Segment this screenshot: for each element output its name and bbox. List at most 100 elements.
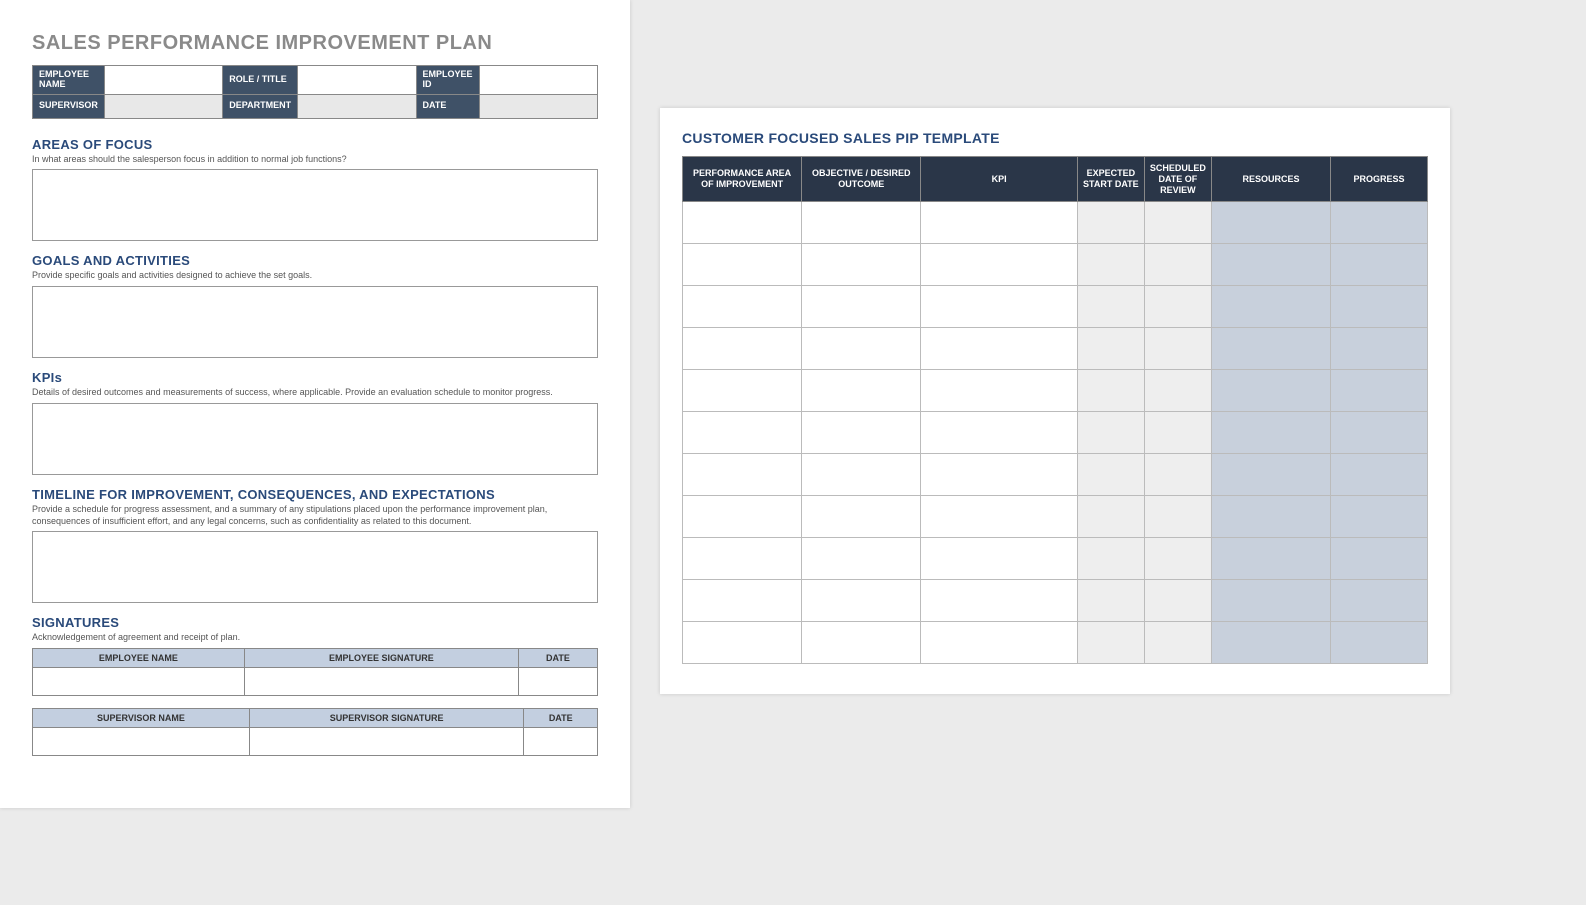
- grid-cell[interactable]: [683, 370, 802, 412]
- grid-cell[interactable]: [921, 244, 1077, 286]
- grid-cell[interactable]: [921, 580, 1077, 622]
- grid-cell[interactable]: [1144, 622, 1211, 664]
- grid-cell[interactable]: [1077, 202, 1144, 244]
- grid-cell[interactable]: [921, 202, 1077, 244]
- grid-cell[interactable]: [1331, 412, 1428, 454]
- sig-sup-name-input[interactable]: [33, 727, 250, 755]
- signatures-desc: Acknowledgement of agreement and receipt…: [32, 632, 598, 644]
- grid-cell[interactable]: [683, 328, 802, 370]
- grid-cell[interactable]: [1144, 496, 1211, 538]
- main-title: SALES PERFORMANCE IMPROVEMENT PLAN: [32, 32, 598, 55]
- grid-cell[interactable]: [802, 370, 921, 412]
- grid-cell[interactable]: [1144, 328, 1211, 370]
- focus-input[interactable]: [32, 169, 598, 241]
- sig-sup-date-input[interactable]: [524, 727, 598, 755]
- grid-cell[interactable]: [1331, 202, 1428, 244]
- grid-cell[interactable]: [921, 454, 1077, 496]
- grid-cell[interactable]: [1211, 538, 1330, 580]
- grid-cell[interactable]: [1144, 370, 1211, 412]
- input-employee-id[interactable]: [479, 66, 597, 95]
- grid-cell[interactable]: [683, 244, 802, 286]
- grid-cell[interactable]: [921, 622, 1077, 664]
- grid-cell[interactable]: [1211, 286, 1330, 328]
- input-employee-name[interactable]: [104, 66, 222, 95]
- timeline-input[interactable]: [32, 531, 598, 603]
- grid-cell[interactable]: [1331, 286, 1428, 328]
- grid-cell[interactable]: [1211, 328, 1330, 370]
- grid-cell[interactable]: [802, 202, 921, 244]
- goals-title: GOALS AND ACTIVITIES: [32, 253, 598, 268]
- grid-cell[interactable]: [1077, 412, 1144, 454]
- grid-cell[interactable]: [1331, 244, 1428, 286]
- grid-cell[interactable]: [1331, 370, 1428, 412]
- sig-emp-date-input[interactable]: [518, 667, 597, 695]
- sig-emp-name-input[interactable]: [33, 667, 245, 695]
- grid-cell[interactable]: [921, 538, 1077, 580]
- grid-cell[interactable]: [1144, 286, 1211, 328]
- grid-cell[interactable]: [683, 496, 802, 538]
- grid-cell[interactable]: [1331, 538, 1428, 580]
- grid-cell[interactable]: [802, 286, 921, 328]
- grid-cell[interactable]: [1077, 496, 1144, 538]
- col-progress: PROGRESS: [1331, 157, 1428, 202]
- grid-cell[interactable]: [1331, 580, 1428, 622]
- grid-cell[interactable]: [683, 286, 802, 328]
- grid-cell[interactable]: [1144, 538, 1211, 580]
- grid-cell[interactable]: [1077, 244, 1144, 286]
- grid-cell[interactable]: [921, 496, 1077, 538]
- grid-cell[interactable]: [802, 538, 921, 580]
- grid-cell[interactable]: [1331, 622, 1428, 664]
- label-employee-id: EMPLOYEE ID: [416, 66, 479, 95]
- grid-cell[interactable]: [1144, 412, 1211, 454]
- grid-cell[interactable]: [921, 370, 1077, 412]
- input-role-title[interactable]: [298, 66, 416, 95]
- grid-cell[interactable]: [683, 622, 802, 664]
- grid-cell[interactable]: [921, 286, 1077, 328]
- grid-cell[interactable]: [802, 622, 921, 664]
- grid-cell[interactable]: [1211, 622, 1330, 664]
- grid-cell[interactable]: [802, 328, 921, 370]
- grid-cell[interactable]: [683, 538, 802, 580]
- grid-cell[interactable]: [683, 454, 802, 496]
- input-supervisor[interactable]: [104, 94, 222, 118]
- input-department[interactable]: [298, 94, 416, 118]
- grid-cell[interactable]: [1211, 496, 1330, 538]
- grid-cell[interactable]: [1077, 538, 1144, 580]
- focus-desc: In what areas should the salesperson foc…: [32, 154, 598, 166]
- grid-cell[interactable]: [802, 496, 921, 538]
- grid-cell[interactable]: [1077, 286, 1144, 328]
- grid-cell[interactable]: [683, 580, 802, 622]
- grid-cell[interactable]: [683, 412, 802, 454]
- grid-cell[interactable]: [802, 244, 921, 286]
- goals-input[interactable]: [32, 286, 598, 358]
- kpi-input[interactable]: [32, 403, 598, 475]
- grid-cell[interactable]: [1144, 454, 1211, 496]
- grid-cell[interactable]: [1331, 328, 1428, 370]
- grid-cell[interactable]: [802, 580, 921, 622]
- grid-cell[interactable]: [921, 328, 1077, 370]
- grid-cell[interactable]: [802, 412, 921, 454]
- grid-cell[interactable]: [1144, 244, 1211, 286]
- grid-cell[interactable]: [1077, 454, 1144, 496]
- grid-cell[interactable]: [1211, 202, 1330, 244]
- grid-cell[interactable]: [1144, 202, 1211, 244]
- sig-emp-sig-input[interactable]: [244, 667, 518, 695]
- grid-cell[interactable]: [1077, 580, 1144, 622]
- grid-cell[interactable]: [1211, 244, 1330, 286]
- grid-cell[interactable]: [1077, 328, 1144, 370]
- grid-cell[interactable]: [802, 454, 921, 496]
- grid-cell[interactable]: [1211, 454, 1330, 496]
- grid-cell[interactable]: [1144, 580, 1211, 622]
- grid-cell[interactable]: [1211, 370, 1330, 412]
- label-employee-name: EMPLOYEE NAME: [33, 66, 105, 95]
- sig-sup-sig-input[interactable]: [249, 727, 524, 755]
- grid-cell[interactable]: [921, 412, 1077, 454]
- grid-cell[interactable]: [1211, 412, 1330, 454]
- grid-cell[interactable]: [1331, 454, 1428, 496]
- grid-cell[interactable]: [1331, 496, 1428, 538]
- grid-cell[interactable]: [1211, 580, 1330, 622]
- input-date[interactable]: [479, 94, 597, 118]
- grid-cell[interactable]: [1077, 622, 1144, 664]
- grid-cell[interactable]: [1077, 370, 1144, 412]
- grid-cell[interactable]: [683, 202, 802, 244]
